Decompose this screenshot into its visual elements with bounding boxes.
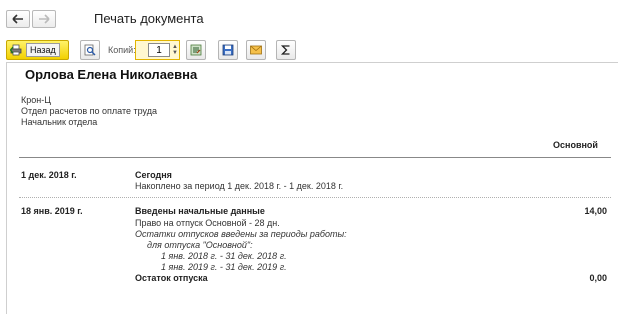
magnifier-icon	[84, 44, 96, 56]
send-mail-button[interactable]	[246, 40, 266, 60]
document-area: Орлова Елена Николаевна Крон-Ц Отдел рас…	[6, 62, 618, 314]
printer-icon	[10, 44, 22, 56]
preview-button[interactable]	[80, 40, 100, 60]
save-button[interactable]	[218, 40, 238, 60]
window-title: Печать документа	[94, 11, 204, 26]
copies-stepper[interactable]: ▲ ▼	[135, 40, 180, 60]
print-settings-icon	[190, 44, 202, 56]
entry-date: 1 дек. 2018 г.	[21, 170, 77, 180]
envelope-icon	[250, 45, 262, 55]
entry-line: Накоплено за период 1 дек. 2018 г. - 1 д…	[135, 181, 344, 191]
entry-title: Сегодня	[135, 170, 172, 180]
sum-button[interactable]	[276, 40, 296, 60]
arrow-right-icon	[39, 14, 50, 24]
column-header: Основной	[553, 140, 598, 150]
entry-line: Остатки отпусков введены за периоды рабо…	[135, 229, 347, 239]
toolbar: Назад Копий: ▲ ▼	[0, 38, 624, 62]
entry-separator	[19, 197, 611, 198]
department: Отдел расчетов по оплате труда	[21, 106, 157, 116]
back-button[interactable]: Назад	[6, 40, 69, 60]
entry-line: 1 янв. 2018 г. - 31 дек. 2018 г.	[161, 251, 287, 261]
back-button-label: Назад	[26, 43, 60, 57]
print-settings-button[interactable]	[186, 40, 206, 60]
entry-line: для отпуска "Основной":	[147, 240, 253, 250]
employee-name: Орлова Елена Николаевна	[25, 67, 198, 82]
total-label: Остаток отпуска	[135, 273, 208, 283]
copies-label: Копий:	[108, 45, 136, 55]
nav-forward-button[interactable]	[32, 10, 56, 28]
entry-date: 18 янв. 2019 г.	[21, 206, 83, 216]
entry-title: Введены начальные данные	[135, 206, 265, 216]
nav-back-button[interactable]	[6, 10, 30, 28]
position: Начальник отдела	[21, 117, 98, 127]
floppy-disk-icon	[222, 44, 234, 56]
header-divider	[19, 157, 611, 158]
spin-down-icon[interactable]: ▼	[172, 50, 178, 56]
arrow-left-icon	[12, 14, 23, 24]
copies-input[interactable]	[148, 43, 170, 57]
entry-line: Право на отпуск Основной - 28 дн.	[135, 218, 280, 228]
total-value: 0,00	[589, 273, 607, 283]
entry-value: 14,00	[584, 206, 607, 216]
organization: Крон-Ц	[21, 95, 51, 105]
copies-spin[interactable]: ▲ ▼	[171, 43, 179, 57]
window-titlebar: Печать документа	[0, 0, 624, 36]
sigma-icon	[280, 45, 290, 55]
entry-line: 1 янв. 2019 г. - 31 дек. 2019 г.	[161, 262, 287, 272]
